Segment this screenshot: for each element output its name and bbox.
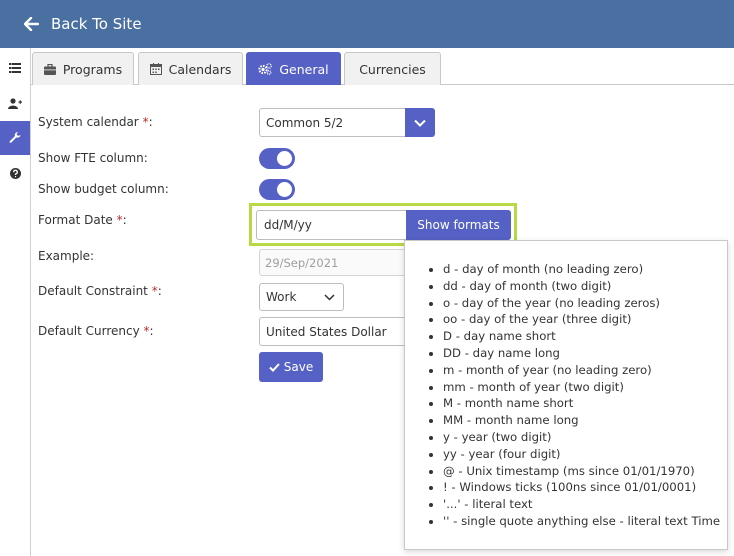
tab-general-label: General — [279, 61, 329, 77]
calendar-icon — [149, 63, 162, 75]
list-item: yy - year (four digit) — [443, 446, 720, 463]
top-bar: Back To Site — [0, 0, 734, 48]
list-item: o - day of the year (no leading zeros) — [443, 295, 720, 312]
back-to-site-link[interactable]: Back To Site — [24, 15, 142, 33]
arrow-left-icon — [24, 17, 39, 31]
system-calendar-select[interactable]: Common 5/2 — [259, 108, 406, 137]
chevron-down-icon — [324, 294, 335, 301]
default-constraint-select[interactable]: Work — [259, 283, 344, 311]
list-item: '' - single quote anything else - litera… — [443, 513, 720, 530]
tab-programs-label: Programs — [62, 61, 123, 77]
list-item: DD - day name long — [443, 345, 720, 362]
toggle-knob — [277, 151, 292, 166]
sidebar-item-help[interactable] — [0, 156, 30, 190]
sidebar-item-list[interactable] — [0, 51, 30, 85]
tab-currencies[interactable]: Currencies — [344, 52, 441, 85]
show-fte-label: Show FTE column: — [38, 151, 148, 165]
sidebar — [0, 48, 31, 556]
list-item: ! - Windows ticks (100ns since 01/01/000… — [443, 479, 720, 496]
sidebar-item-settings[interactable] — [0, 121, 30, 155]
show-formats-button[interactable]: Show formats — [406, 210, 511, 240]
wrench-icon — [9, 132, 21, 143]
example-value: 29/Sep/2021 — [259, 249, 409, 276]
settings-tabs: Programs Calendars General Currencies — [31, 48, 734, 85]
back-to-site-label: Back To Site — [51, 15, 142, 33]
chevron-down-icon — [414, 119, 426, 127]
briefcase-icon — [43, 63, 56, 75]
list-item: m - month of year (no leading zero) — [443, 362, 720, 379]
sidebar-item-users[interactable] — [0, 86, 30, 120]
list-item: y - year (two digit) — [443, 429, 720, 446]
default-constraint-label: Default Constraint *: — [38, 284, 162, 298]
list-item: M - month name short — [443, 395, 720, 412]
list-item: mm - month of year (two digit) — [443, 379, 720, 396]
list-icon — [9, 63, 21, 73]
date-formats-popup: d - day of month (no leading zero) dd - … — [404, 240, 728, 550]
format-date-input[interactable] — [256, 210, 407, 240]
tab-programs[interactable]: Programs — [32, 52, 134, 85]
question-icon — [9, 167, 21, 179]
gears-icon — [258, 63, 273, 75]
list-item: D - day name short — [443, 328, 720, 345]
show-fte-toggle[interactable] — [259, 148, 295, 169]
list-item: '...' - literal text — [443, 496, 720, 513]
example-label: Example: — [38, 249, 95, 263]
list-item: d - day of month (no leading zero) — [443, 261, 720, 278]
list-item: @ - Unix timestamp (ms since 01/01/1970) — [443, 463, 720, 480]
list-item: oo - day of the year (three digit) — [443, 311, 720, 328]
list-item: MM - month name long — [443, 412, 720, 429]
user-plus-icon — [8, 97, 22, 109]
default-currency-label: Default Currency *: — [38, 324, 154, 338]
list-item: dd - day of month (two digit) — [443, 278, 720, 295]
tab-general[interactable]: General — [246, 52, 341, 85]
default-constraint-value: Work — [266, 290, 297, 304]
date-formats-list: d - day of month (no leading zero) dd - … — [443, 261, 720, 530]
tab-currencies-label: Currencies — [359, 61, 426, 77]
format-date-label: Format Date *: — [38, 213, 127, 227]
tab-calendars[interactable]: Calendars — [138, 52, 243, 85]
system-calendar-dropdown-button[interactable] — [405, 108, 435, 137]
show-budget-toggle[interactable] — [259, 179, 295, 200]
save-button[interactable]: Save — [259, 352, 323, 382]
default-currency-select[interactable]: United States Dollar — [259, 317, 409, 346]
toggle-knob — [277, 182, 292, 197]
check-icon — [269, 362, 280, 372]
tab-calendars-label: Calendars — [168, 61, 232, 77]
show-budget-label: Show budget column: — [38, 182, 169, 196]
save-label: Save — [283, 360, 314, 374]
system-calendar-label: System calendar *: — [38, 115, 153, 129]
